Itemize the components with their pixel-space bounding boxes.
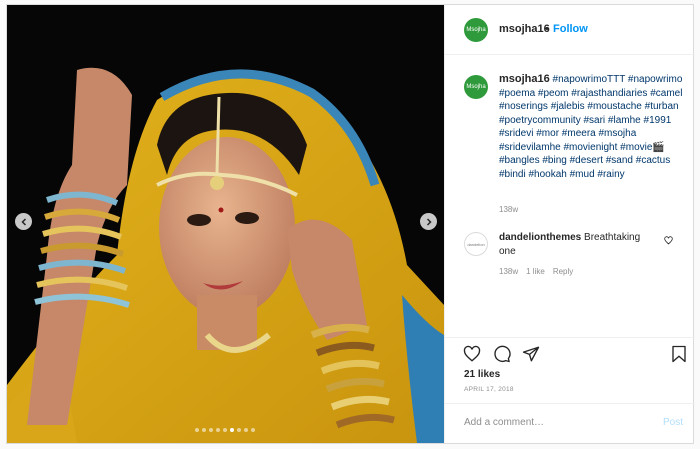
comment-likes[interactable]: 1 like — [526, 267, 545, 276]
follow-button[interactable]: Follow — [553, 23, 588, 35]
post-date[interactable]: APRIL 17, 2018 — [464, 386, 514, 393]
bookmark-icon[interactable] — [670, 345, 688, 363]
carousel-dot — [237, 428, 241, 432]
commenter-avatar[interactable]: dandelion — [464, 232, 488, 256]
carousel-dot — [195, 428, 199, 432]
comment-icon[interactable] — [493, 345, 511, 363]
separator-dot: • — [545, 23, 549, 35]
instagram-post: Msojha msojha16 • Follow Msojha msojha16… — [6, 4, 695, 444]
carousel-dot — [251, 428, 255, 432]
chevron-left-icon — [20, 217, 26, 226]
post-caption: msojha16 #napowrimoTTT #napowrimo #poema… — [499, 73, 684, 181]
share-icon[interactable] — [522, 345, 540, 363]
post-media[interactable] — [7, 5, 444, 443]
carousel-dot — [223, 428, 227, 432]
post-side-panel: Msojha msojha16 • Follow Msojha msojha16… — [444, 5, 695, 443]
caption-timestamp[interactable]: 138w — [499, 205, 518, 214]
actions-divider — [445, 337, 695, 338]
author-username[interactable]: msojha16 — [499, 23, 550, 35]
next-photo-button[interactable] — [420, 213, 437, 230]
previous-photo-button[interactable] — [15, 213, 32, 230]
heart-icon[interactable] — [463, 345, 481, 363]
carousel-dot — [209, 428, 213, 432]
carousel-dot — [202, 428, 206, 432]
comment-bar: Post — [445, 403, 695, 443]
post-header: Msojha msojha16 • Follow — [445, 5, 695, 55]
comment-timestamp[interactable]: 138w — [499, 267, 518, 276]
add-comment-input[interactable] — [464, 417, 644, 428]
post-photo — [7, 5, 444, 443]
carousel-dot — [230, 428, 234, 432]
likes-count[interactable]: 21 likes — [464, 369, 500, 380]
author-avatar[interactable]: Msojha — [464, 18, 488, 42]
comment-heart-icon[interactable] — [664, 236, 673, 245]
caption-avatar[interactable]: Msojha — [464, 75, 488, 99]
comment-meta: 138w 1 like Reply — [499, 267, 573, 276]
carousel-indicator — [195, 428, 255, 432]
comment-item: dandelionthemes Breathtaking one — [499, 231, 659, 258]
reply-button[interactable]: Reply — [553, 267, 573, 276]
chevron-right-icon — [426, 217, 432, 226]
commenter-username[interactable]: dandelionthemes — [499, 232, 581, 243]
post-comment-button[interactable]: Post — [663, 417, 683, 428]
caption-username[interactable]: msojha16 — [499, 73, 550, 85]
carousel-dot — [244, 428, 248, 432]
caption-hashtags[interactable]: #napowrimoTTT #napowrimo #poema #peom #r… — [499, 74, 682, 180]
carousel-dot — [216, 428, 220, 432]
